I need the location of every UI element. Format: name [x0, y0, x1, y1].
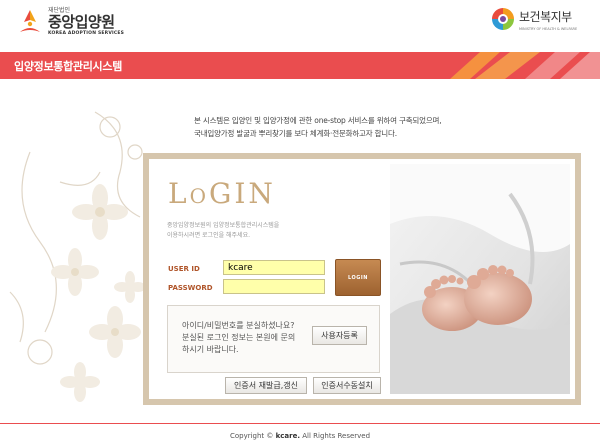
login-panel: LoGIN 중앙입양정보원의 입양정보통합관리시스템을 이용하시려면 로그인을 …: [143, 153, 581, 405]
copyright-brand: kcare.: [275, 432, 301, 440]
system-title-bar: 입양정보통합관리시스템: [0, 52, 600, 79]
org-english-name: KOREA ADOPTION SERVICES: [48, 31, 125, 36]
login-button[interactable]: LOGIN: [335, 259, 381, 296]
ministry-logo[interactable]: 보건복지부 MINISTRY OF HEALTH & WELFARE: [490, 6, 577, 32]
kas-logo[interactable]: 재단법인 중앙입양원 KOREA ADOPTION SERVICES: [16, 8, 124, 37]
footer-divider: [0, 423, 600, 424]
copyright-suffix: All Rights Reserved: [302, 432, 371, 440]
login-heading: LoGIN: [168, 177, 276, 210]
lost-account-box: 아이디/비밀번호를 분실하셨나요? 분실된 로그인 정보는 본원에 문의 하시기…: [167, 305, 380, 373]
password-input[interactable]: [223, 279, 325, 294]
certificate-manual-install-button[interactable]: 인증서수동설치: [313, 377, 381, 394]
user-id-label: USER ID: [168, 265, 200, 273]
lost-account-line: 아이디/비밀번호를 분실하셨나요?: [182, 321, 295, 330]
ministry-english-name: MINISTRY OF HEALTH & WELFARE: [519, 26, 578, 31]
page: 재단법인 중앙입양원 KOREA ADOPTION SERVICES 보건복지부…: [0, 0, 600, 444]
lost-account-line: 분실된 로그인 정보는 본원에 문의: [182, 333, 296, 342]
header: 재단법인 중앙입양원 KOREA ADOPTION SERVICES 보건복지부…: [0, 0, 600, 52]
register-user-button[interactable]: 사용자등록: [312, 326, 367, 345]
titlebar-decoration: [450, 52, 600, 79]
lost-account-text: 아이디/비밀번호를 분실하셨나요? 분실된 로그인 정보는 본원에 문의 하시기…: [182, 320, 295, 356]
login-description: 중앙입양정보원의 입양정보통합관리시스템을 이용하시려면 로그인을 해주세요.: [167, 221, 279, 241]
certificate-reissue-button[interactable]: 인증서 재발급,갱신: [225, 377, 307, 394]
login-panel-inner: LoGIN 중앙입양정보원의 입양정보통합관리시스템을 이용하시려면 로그인을 …: [149, 159, 575, 399]
login-description-line: 중앙입양정보원의 입양정보통합관리시스템을: [167, 222, 280, 229]
footer-copyright: Copyright © kcare. All Rights Reserved: [0, 432, 600, 440]
login-description-line: 이용하시려면 로그인을 해주세요.: [167, 232, 251, 239]
ministry-name: 보건복지부: [519, 9, 572, 24]
intro-text: 본 시스템은 입양인 및 입양가정에 관한 one-stop 서비스를 위하여 …: [194, 114, 442, 140]
kas-logo-icon: [20, 10, 40, 33]
org-name: 중앙입양원: [48, 13, 115, 31]
ministry-logo-icon: [492, 8, 514, 30]
intro-line: 국내입양가정 발굴과 뿌리찾기를 보다 체계화·전문화하고자 합니다.: [194, 129, 397, 138]
copyright-prefix: Copyright ©: [229, 432, 274, 440]
lost-account-line: 하시기 바랍니다.: [182, 345, 239, 354]
user-id-input[interactable]: [223, 260, 325, 275]
intro-line: 본 시스템은 입양인 및 입양가정에 관한 one-stop 서비스를 위하여 …: [194, 116, 442, 125]
system-title: 입양정보통합관리시스템: [14, 60, 123, 73]
password-label: PASSWORD: [168, 284, 213, 292]
baby-feet-photo: [390, 164, 570, 394]
